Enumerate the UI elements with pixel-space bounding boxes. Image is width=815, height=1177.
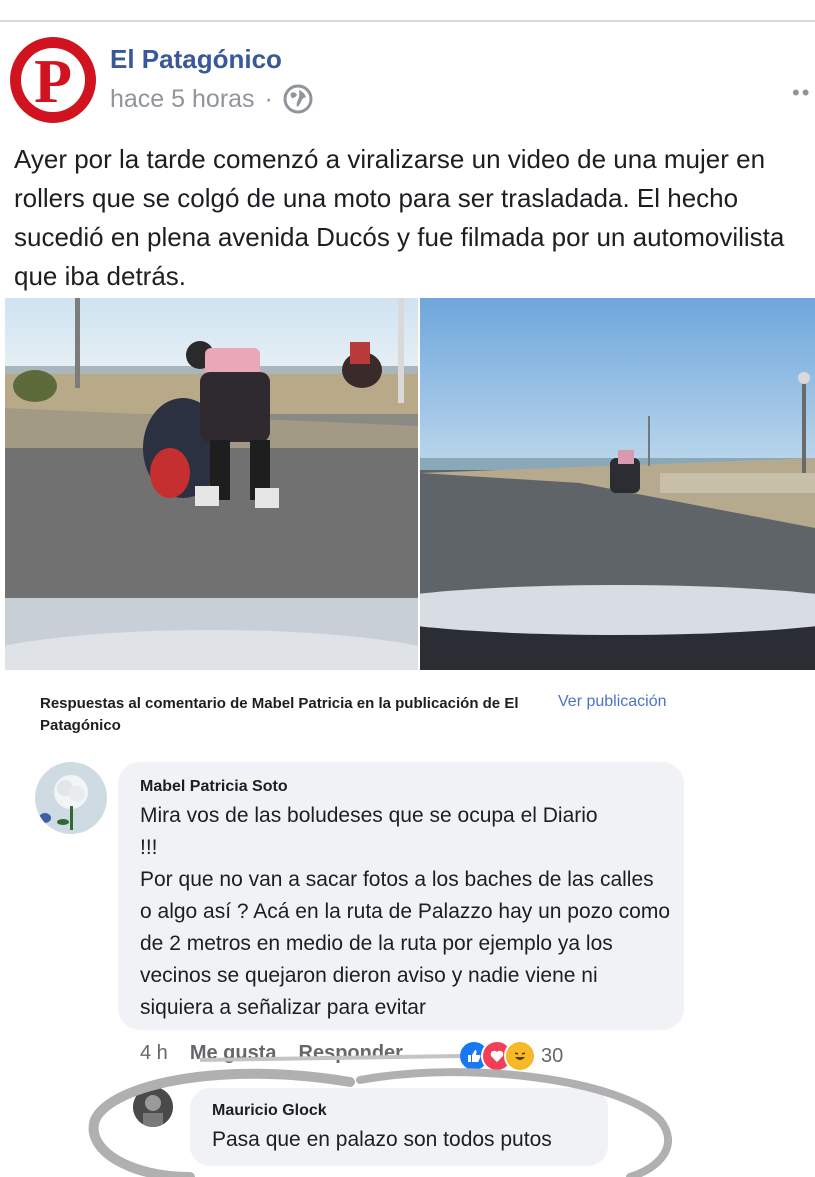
comment-bubble[interactable]: Mabel Patricia Soto Mira vos de las bolu… (118, 762, 684, 1030)
post-photos[interactable] (5, 298, 815, 670)
post-meta: hace 5 horas · (110, 84, 313, 114)
reply-author[interactable]: Mauricio Glock (212, 1102, 327, 1120)
reply-thread-header: Respuestas al comentario de Mabel Patric… (40, 695, 519, 734)
view-post-link[interactable]: Ver publicación (558, 693, 667, 711)
page-avatar[interactable]: P (10, 37, 96, 123)
top-divider (0, 0, 815, 22)
comment-paragraph: Por que no van a sacar fotos a los bache… (140, 868, 671, 1019)
rose-image-icon (35, 762, 107, 834)
reply-bubble[interactable]: Mauricio Glock Pasa que en palazo son to… (190, 1088, 608, 1166)
haha-icon (504, 1040, 536, 1072)
post-time[interactable]: hace 5 horas (110, 85, 255, 114)
like-button[interactable]: Me gusta (190, 1042, 277, 1065)
comment-line-2: !!! (140, 836, 158, 859)
meta-separator: · (264, 84, 273, 113)
photo-left[interactable] (5, 298, 418, 670)
comment-line-1: Mira vos de las boludeses que se ocupa e… (140, 804, 598, 827)
commenter-avatar[interactable] (35, 762, 107, 834)
post-header: P El Patagónico hace 5 horas · •• (0, 22, 815, 123)
ellipsis-icon[interactable]: •• (792, 80, 811, 106)
commenter2-avatar[interactable] (133, 1087, 173, 1127)
reaction-count: 30 (541, 1044, 564, 1067)
reaction-summary[interactable]: 30 (458, 1040, 563, 1072)
comment-time[interactable]: 4 h (140, 1042, 168, 1065)
comment-actions: 4 h Me gusta Responder (140, 1042, 425, 1065)
photo-right[interactable] (420, 298, 815, 670)
reply-button[interactable]: Responder (299, 1042, 403, 1065)
avatar-letter: P (34, 48, 72, 116)
globe-icon (283, 84, 313, 114)
page-name[interactable]: El Patagónico (110, 44, 282, 75)
comment-author[interactable]: Mabel Patricia Soto (140, 778, 288, 796)
post-text: Ayer por la tarde comenzó a viralizarse … (14, 144, 785, 291)
reply-text: Pasa que en palazo son todos putos (212, 1128, 552, 1151)
